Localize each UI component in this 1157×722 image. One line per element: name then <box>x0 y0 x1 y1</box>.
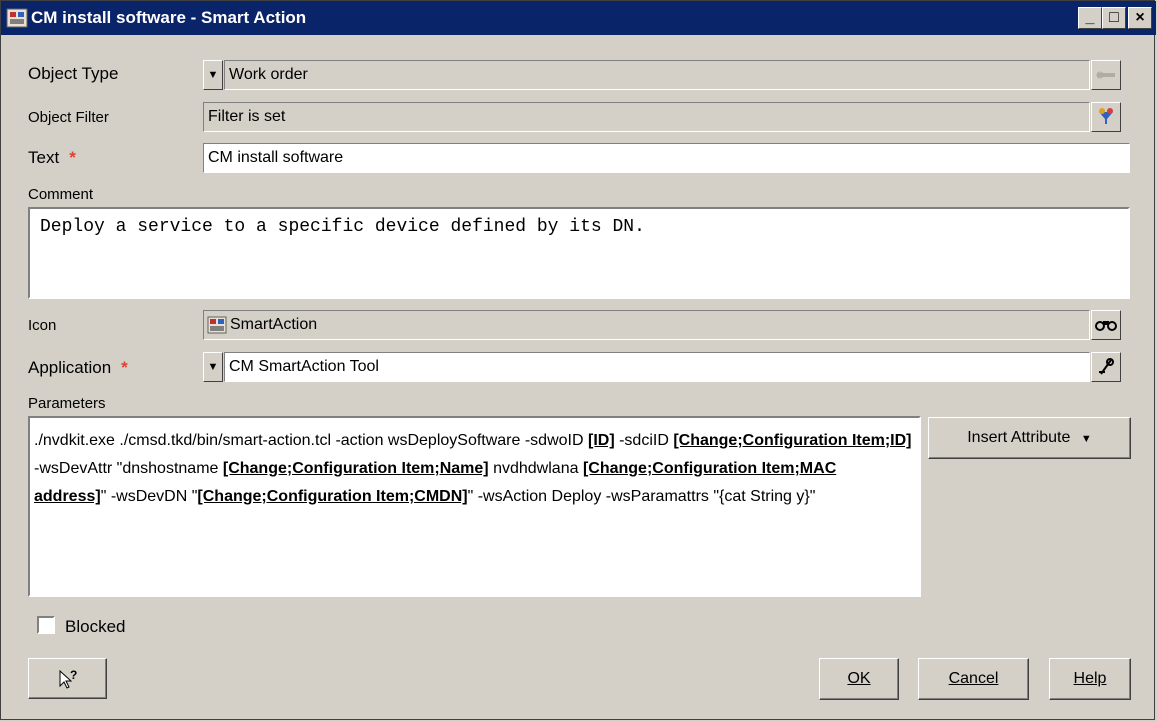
dialog-window: CM install software - Smart Action _ □ ×… <box>0 0 1156 720</box>
text-label-text: Text <box>28 148 60 167</box>
blocked-label: Blocked <box>65 617 126 636</box>
filter-edit-button[interactable] <box>1091 102 1121 132</box>
insert-attribute-label: Insert Attribute <box>967 429 1071 446</box>
application-label: Application * <box>28 358 128 378</box>
parameter-attribute-token: [ID] <box>587 432 615 449</box>
ok-button[interactable]: OK <box>819 658 899 700</box>
blocked-checkbox[interactable] <box>37 616 55 634</box>
context-help-button[interactable]: ? <box>28 658 107 699</box>
parameter-attribute-token: [Change;Configuration Item;CMDN] <box>197 488 468 505</box>
object-type-key-button <box>1091 60 1121 90</box>
comment-value: Deploy a service to a specific device de… <box>40 217 645 237</box>
parameters-value: ./nvdkit.exe ./cmsd.tkd/bin/smart-action… <box>34 427 913 511</box>
object-type-dropdown-button[interactable]: ▼ <box>203 60 223 90</box>
ok-label: OK <box>847 670 871 687</box>
parameter-text-segment: -sdciID <box>614 432 674 449</box>
cancel-button[interactable]: Cancel <box>918 658 1029 700</box>
key-icon <box>1096 71 1115 79</box>
object-filter-label: Object Filter <box>28 109 109 126</box>
binoculars-icon <box>1095 321 1117 331</box>
icon-browse-button[interactable] <box>1091 310 1121 340</box>
filter-icon <box>1099 108 1113 124</box>
close-button[interactable]: × <box>1128 7 1152 29</box>
application-label-text: Application <box>28 358 112 377</box>
icon-label: Icon <box>28 317 57 334</box>
comment-label: Comment <box>28 186 94 203</box>
parameter-attribute-token: [Change;Configuration Item;ID] <box>673 432 912 449</box>
parameter-text-segment: -wsDevAttr "dnshostname <box>34 460 223 477</box>
cancel-label: Cancel <box>948 670 999 687</box>
icon-field: SmartAction <box>203 310 1090 340</box>
title-bar[interactable]: CM install software - Smart Action _ □ × <box>1 1 1156 35</box>
application-value: CM SmartAction Tool <box>229 358 379 375</box>
window-title: CM install software - Smart Action <box>31 8 307 27</box>
parameter-text-segment: ./nvdkit.exe ./cmsd.tkd/bin/smart-action… <box>34 432 588 449</box>
application-required-marker: * <box>121 358 128 377</box>
application-dropdown-button[interactable]: ▼ <box>203 352 223 382</box>
parameter-attribute-token: [Change;Configuration Item;Name] <box>222 460 489 477</box>
parameter-text-segment: " -wsDevDN " <box>100 488 198 505</box>
object-type-value: Work order <box>229 66 308 83</box>
object-type-field: Work order <box>224 60 1090 90</box>
insert-attribute-button[interactable]: Insert Attribute ▼ <box>928 417 1131 459</box>
icon-value: SmartAction <box>230 316 318 333</box>
object-type-label: Object Type <box>28 64 119 83</box>
comment-textarea[interactable]: Deploy a service to a specific device de… <box>28 207 1130 299</box>
parameter-text-segment: nvdhdwlana <box>488 460 583 477</box>
parameters-textarea[interactable]: ./nvdkit.exe ./cmsd.tkd/bin/smart-action… <box>28 416 921 597</box>
minimize-button[interactable]: _ <box>1078 7 1102 29</box>
help-label: Help <box>1073 670 1107 687</box>
maximize-button[interactable]: □ <box>1102 7 1126 29</box>
svg-text:?: ? <box>70 668 77 682</box>
run-application-icon <box>1099 358 1114 375</box>
text-input[interactable]: CM install software <box>203 143 1130 173</box>
help-button[interactable]: Help <box>1049 658 1131 700</box>
parameters-label: Parameters <box>28 395 106 412</box>
application-field[interactable]: CM SmartAction Tool <box>224 352 1090 382</box>
object-filter-field: Filter is set <box>203 102 1090 132</box>
dropdown-arrow-icon: ▼ <box>1080 433 1092 445</box>
smart-action-icon <box>6 8 28 28</box>
context-help-icon: ? <box>59 668 77 689</box>
text-input-value: CM install software <box>208 149 344 166</box>
text-label: Text * <box>28 148 76 168</box>
smart-action-icon <box>207 316 227 334</box>
parameter-text-segment: " -wsAction Deploy -wsParamattrs "{cat S… <box>467 488 816 505</box>
text-required-marker: * <box>69 148 76 167</box>
object-filter-value: Filter is set <box>208 108 286 125</box>
application-run-button[interactable] <box>1091 352 1121 382</box>
